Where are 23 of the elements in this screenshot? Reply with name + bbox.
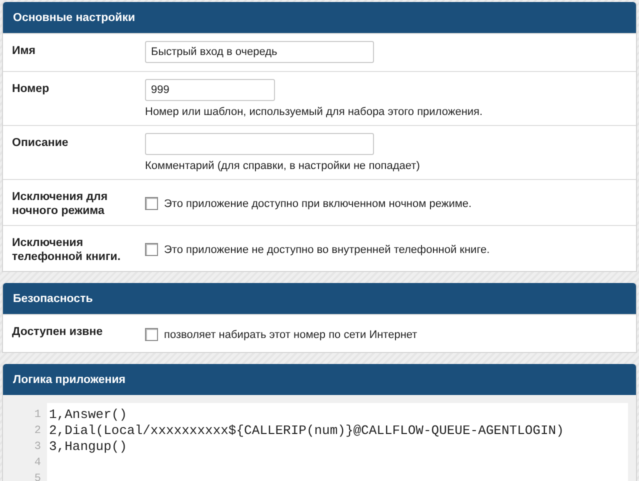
field-hint: Комментарий (для справки, в настройки не попадает) (145, 160, 421, 172)
code-line: 1,Answer() (48, 407, 128, 423)
field-label: Исключения телефонной книги. (12, 236, 122, 264)
code-line: 2,Dial(Local/xxxxxxxxxx${CALLERIP(num)}@CALLFLOW-QUEUE-AGENTLOGIN) (48, 423, 564, 439)
code-line: 3,Hangup() (48, 439, 128, 455)
checkbox[interactable] (145, 197, 158, 210)
field-label: Доступен извне (12, 325, 104, 340)
text-field[interactable] (145, 133, 374, 155)
text-field[interactable]: 999 (145, 79, 275, 101)
field-label: Исключения для ночного режима (12, 190, 109, 218)
text-field[interactable]: Быстрый вход в очередь (145, 41, 374, 63)
field-label: Описание (12, 136, 70, 151)
checkbox-label: позволяет набирать этот номер по сети Интернет (164, 328, 418, 340)
field-label: Номер (12, 82, 50, 97)
checkbox-label: Это приложение доступно при включенном ночном режиме. (164, 198, 472, 210)
checkbox[interactable] (145, 243, 158, 256)
field-label: Имя (12, 44, 36, 59)
checkbox-label: Это приложение не доступно во внутренней телефонной книге. (164, 244, 490, 256)
field-hint: Номер или шаблон, используемый для набора этого приложения. (145, 106, 484, 118)
section-header: Логика приложения (3, 364, 636, 395)
checkbox[interactable] (145, 328, 158, 341)
section-header: Безопасность (3, 283, 636, 314)
section-header: Основные настройки (3, 2, 636, 33)
